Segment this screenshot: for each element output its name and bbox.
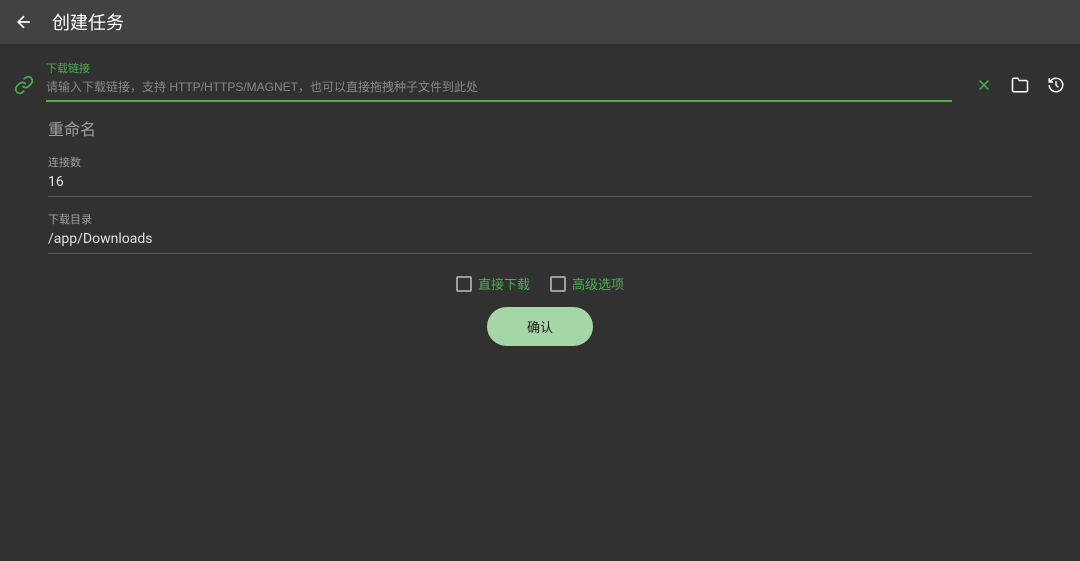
connections-field: 连接数 16: [48, 154, 1032, 197]
page-title: 创建任务: [52, 9, 124, 35]
header-bar: 创建任务: [0, 0, 1080, 44]
folder-icon[interactable]: [1010, 75, 1030, 95]
download-dir-label: 下载目录: [48, 211, 1032, 227]
confirm-button[interactable]: 确认: [487, 307, 593, 346]
link-icon: [14, 75, 34, 95]
main-content: 下载链接: [0, 44, 1080, 346]
form-section: 重命名 连接数 16 下载目录 /app/Downloads: [0, 102, 1080, 254]
direct-download-checkbox[interactable]: 直接下载: [456, 274, 530, 293]
rename-label[interactable]: 重命名: [48, 102, 1032, 140]
confirm-row: 确认: [0, 307, 1080, 346]
url-input[interactable]: [46, 76, 952, 102]
clear-icon[interactable]: [974, 75, 994, 95]
connections-label: 连接数: [48, 154, 1032, 170]
url-label: 下载链接: [46, 60, 952, 76]
connections-value[interactable]: 16: [48, 172, 1032, 197]
checkbox-box-icon: [550, 276, 566, 292]
url-section: 下载链接: [0, 60, 1080, 102]
checkbox-box-icon: [456, 276, 472, 292]
download-dir-field: 下载目录 /app/Downloads: [48, 211, 1032, 254]
direct-download-label: 直接下载: [478, 274, 530, 293]
history-icon[interactable]: [1046, 75, 1066, 95]
advanced-options-label: 高级选项: [572, 274, 624, 293]
back-icon[interactable]: [14, 12, 34, 32]
url-actions: [974, 75, 1066, 95]
url-input-wrapper: 下载链接: [46, 60, 952, 102]
advanced-options-checkbox[interactable]: 高级选项: [550, 274, 624, 293]
checkbox-row: 直接下载 高级选项: [0, 274, 1080, 293]
download-dir-value[interactable]: /app/Downloads: [48, 229, 1032, 254]
